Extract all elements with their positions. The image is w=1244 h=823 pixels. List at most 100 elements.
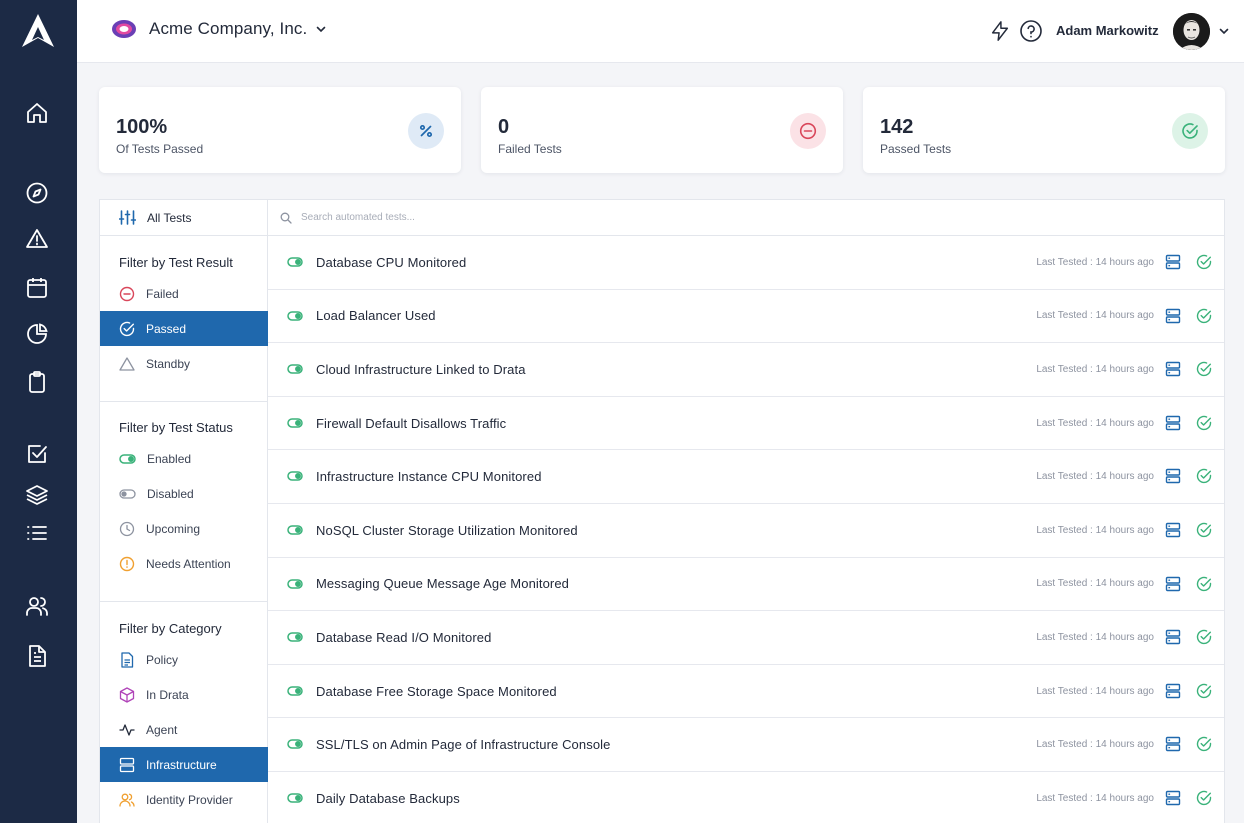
server-icon	[1165, 415, 1181, 430]
all-tests-button[interactable]: All Tests	[100, 200, 268, 236]
filter-enabled[interactable]: Enabled	[100, 441, 268, 476]
filter-label: Policy	[146, 652, 179, 667]
last-tested: Last Tested : 14 hours ago	[1036, 471, 1154, 483]
filter-label: Upcoming	[146, 521, 201, 536]
toggle-on-icon[interactable]	[287, 686, 303, 696]
last-tested: Last Tested : 14 hours ago	[1036, 578, 1154, 590]
check-circle-icon	[1196, 737, 1212, 752]
filter-standby[interactable]: Standby	[100, 346, 268, 381]
test-name: Cloud Infrastructure Linked to Drata	[316, 361, 526, 377]
filter-label: In Drata	[146, 687, 189, 702]
stat-card-passed: 142 Passed Tests	[863, 87, 1225, 173]
check-circle-icon	[1196, 254, 1212, 270]
last-tested: Last Tested : 14 hours ago	[1036, 417, 1154, 429]
filter-label: Agent	[146, 722, 178, 737]
filter-label: Disabled	[147, 486, 194, 501]
tests-panel: All Tests Filter by Test Result Failed P…	[99, 199, 1225, 823]
filter-agent[interactable]: Agent	[100, 712, 268, 747]
toggle-on-icon[interactable]	[287, 793, 303, 803]
filter-infrastructure[interactable]: Infrastructure	[100, 747, 268, 782]
check-circle-icon	[1196, 361, 1212, 377]
test-row[interactable]: Cloud Infrastructure Linked to Drata Las…	[268, 343, 1224, 397]
server-icon	[1165, 576, 1181, 591]
divider	[100, 601, 268, 602]
stat-value: 100%	[116, 116, 168, 138]
test-name: Database Read I/O Monitored	[316, 629, 492, 645]
filter-disabled[interactable]: Disabled	[100, 476, 268, 511]
minus-circle-icon	[119, 286, 135, 301]
stat-label: Failed Tests	[498, 142, 562, 156]
test-row[interactable]: Daily Database Backups Last Tested : 14 …	[268, 772, 1224, 823]
toggle-on-icon[interactable]	[287, 471, 303, 482]
lightning-icon[interactable]	[988, 19, 1012, 43]
test-name: Load Balancer Used	[316, 308, 436, 324]
toggle-on-icon[interactable]	[287, 578, 303, 589]
search-input[interactable]	[301, 212, 901, 223]
test-row[interactable]: Database CPU Monitored Last Tested : 14 …	[268, 236, 1224, 290]
check-circle-icon	[1196, 469, 1212, 484]
filter-upcoming[interactable]: Upcoming	[100, 511, 268, 546]
org-name: Acme Company, Inc.	[149, 19, 308, 38]
chevron-down-icon	[317, 26, 326, 33]
divider	[100, 401, 268, 402]
activity-icon	[119, 723, 135, 736]
toggle-on-icon[interactable]	[287, 364, 303, 374]
org-switcher[interactable]: Acme Company, Inc.	[111, 16, 327, 42]
alert-circle-icon	[119, 556, 135, 571]
chevron-down-icon[interactable]	[1218, 25, 1230, 37]
document-icon[interactable]	[24, 643, 50, 669]
last-tested: Last Tested : 14 hours ago	[1036, 310, 1154, 322]
checkbox-icon[interactable]	[24, 441, 50, 467]
triangle-icon	[119, 356, 135, 371]
avatar[interactable]	[1173, 13, 1210, 50]
users-icon[interactable]	[24, 593, 50, 619]
toggle-on-icon[interactable]	[287, 739, 303, 750]
test-row[interactable]: Database Free Storage Space Monitored La…	[268, 665, 1224, 719]
test-row[interactable]: SSL/TLS on Admin Page of Infrastructure …	[268, 718, 1224, 772]
cube-icon	[119, 686, 135, 703]
check-circle-icon	[1196, 629, 1212, 645]
filter-label: Passed	[146, 321, 187, 336]
toggle-on-icon[interactable]	[287, 310, 303, 321]
server-icon	[1165, 522, 1181, 538]
home-icon[interactable]	[24, 100, 50, 126]
minus-circle-icon	[790, 113, 826, 149]
calendar-icon[interactable]	[24, 275, 50, 301]
filter-identity-provider[interactable]: Identity Provider	[100, 782, 268, 817]
list-icon[interactable]	[24, 520, 50, 546]
server-icon	[119, 757, 135, 772]
acme-a-logo[interactable]	[20, 13, 56, 49]
help-icon[interactable]	[1019, 19, 1043, 43]
filter-policy[interactable]: Policy	[100, 642, 268, 677]
filter-label: Failed	[146, 286, 179, 301]
filter-failed[interactable]: Failed	[100, 276, 268, 311]
test-row[interactable]: Infrastructure Instance CPU Monitored La…	[268, 450, 1224, 504]
filter-in-drata[interactable]: In Drata	[100, 677, 268, 712]
check-circle-icon	[1196, 415, 1212, 430]
toggle-on-icon[interactable]	[287, 418, 303, 428]
user-name[interactable]: Adam Markowitz	[1056, 23, 1159, 38]
filter-passed[interactable]: Passed	[100, 311, 268, 346]
last-tested: Last Tested : 14 hours ago	[1036, 792, 1154, 804]
filter-needs-attention[interactable]: Needs Attention	[100, 546, 268, 581]
server-icon	[1165, 469, 1181, 484]
toggle-on-icon[interactable]	[287, 525, 303, 535]
clipboard-icon[interactable]	[24, 369, 50, 395]
check-circle-icon	[119, 321, 135, 336]
test-row[interactable]: Firewall Default Disallows Traffic Last …	[268, 397, 1224, 451]
test-row[interactable]: Database Read I/O Monitored Last Tested …	[268, 611, 1224, 665]
server-icon	[1165, 629, 1181, 645]
warning-icon[interactable]	[24, 226, 50, 252]
toggle-on-icon[interactable]	[287, 632, 303, 642]
pie-chart-icon[interactable]	[24, 321, 50, 347]
filter-label: Standby	[146, 356, 191, 371]
compass-icon[interactable]	[24, 180, 50, 206]
test-row[interactable]: Load Balancer Used Last Tested : 14 hour…	[268, 290, 1224, 344]
layers-icon[interactable]	[24, 482, 50, 508]
org-logo-icon	[112, 20, 136, 38]
all-tests-label: All Tests	[147, 210, 192, 225]
test-name: Database CPU Monitored	[316, 254, 467, 270]
test-row[interactable]: NoSQL Cluster Storage Utilization Monito…	[268, 504, 1224, 558]
toggle-on-icon[interactable]	[287, 257, 303, 267]
test-row[interactable]: Messaging Queue Message Age Monitored La…	[268, 558, 1224, 612]
